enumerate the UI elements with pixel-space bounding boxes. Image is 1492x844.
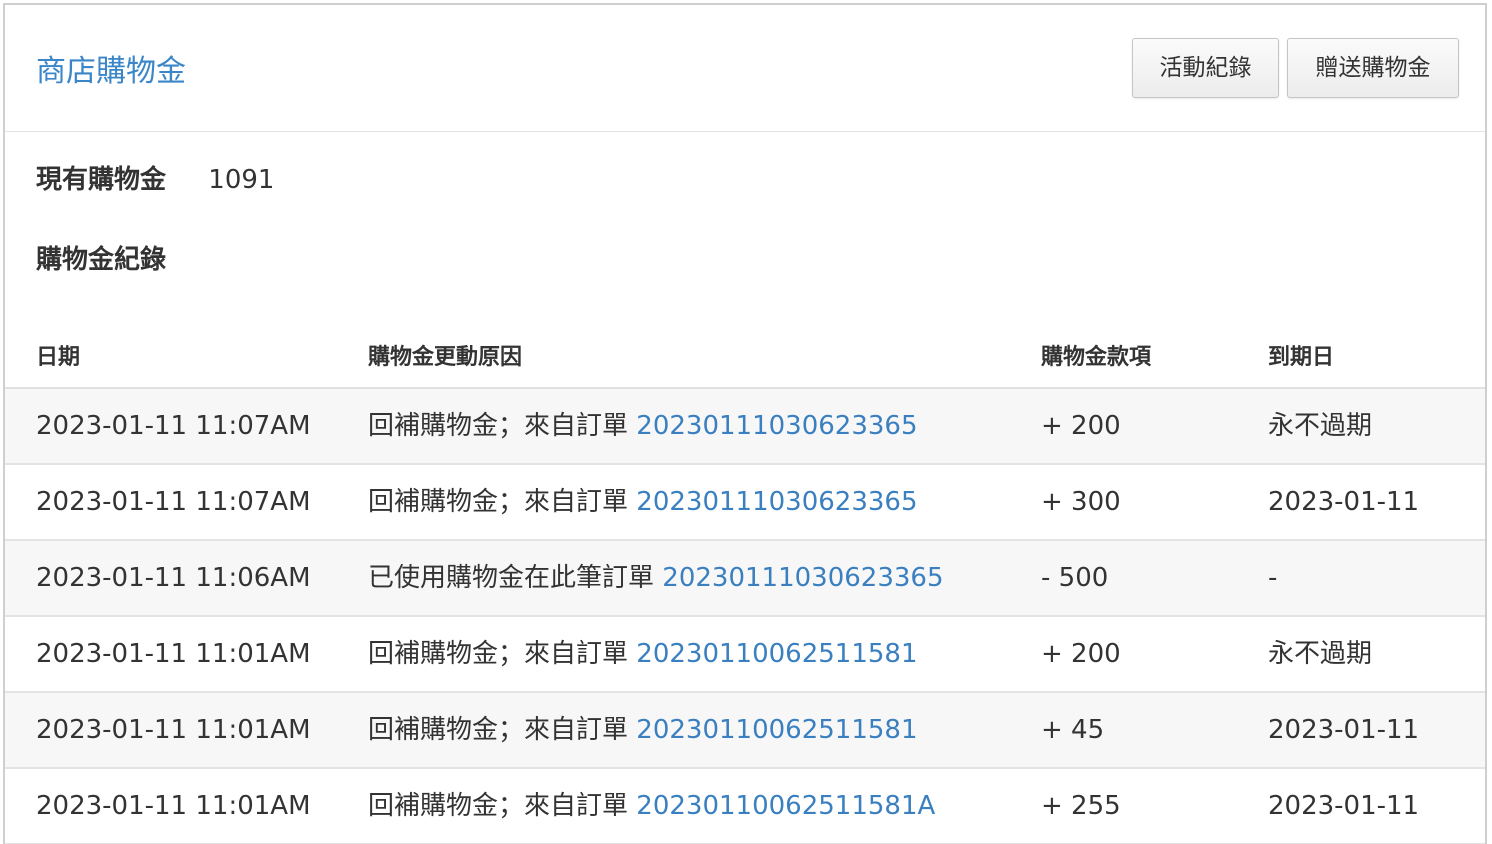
row-amount: + 200 — [1041, 411, 1121, 441]
credit-records-table: 日期 購物金更動原因 購物金款項 到期日 2023-01-11 11:07AM … — [5, 327, 1485, 844]
reason-text: 回補購物金；來自訂單 — [368, 639, 629, 669]
order-link[interactable]: 20230111030623365 — [662, 563, 943, 593]
table-header: 日期 購物金更動原因 購物金款項 到期日 — [5, 327, 1485, 389]
balance-label: 現有購物金 — [36, 165, 167, 195]
column-header-reason: 購物金更動原因 — [368, 345, 523, 370]
row-reason: 回補購物金；來自訂單 20230110062511581 — [368, 636, 918, 672]
order-link[interactable]: 20230111030623365 — [636, 411, 917, 441]
row-date: 2023-01-11 11:07AM — [36, 487, 311, 517]
table-row: 2023-01-11 11:01AM 回補購物金；來自訂單 2023011006… — [5, 769, 1485, 844]
row-date: 2023-01-11 11:01AM — [36, 715, 311, 745]
row-reason: 回補購物金；來自訂單 20230110062511581 — [368, 712, 918, 748]
order-link[interactable]: 20230110062511581 — [636, 639, 917, 669]
row-expiry: 永不過期 — [1268, 411, 1373, 441]
row-amount: + 200 — [1041, 639, 1121, 669]
row-amount: + 300 — [1041, 487, 1121, 517]
reason-text: 回補購物金；來自訂單 — [368, 487, 629, 517]
row-date: 2023-01-11 11:07AM — [36, 411, 311, 441]
table-row: 2023-01-11 11:01AM 回補購物金；來自訂單 2023011006… — [5, 693, 1485, 769]
row-expiry: - — [1268, 563, 1278, 593]
table-row: 2023-01-11 11:06AM 已使用購物金在此筆訂單 202301110… — [5, 541, 1485, 617]
reason-text: 回補購物金；來自訂單 — [368, 411, 629, 441]
order-link[interactable]: 20230110062511581 — [636, 715, 917, 745]
row-reason: 已使用購物金在此筆訂單 20230111030623365 — [368, 560, 944, 596]
row-expiry: 2023-01-11 — [1268, 791, 1420, 821]
row-date: 2023-01-11 11:06AM — [36, 563, 311, 593]
table-row: 2023-01-11 11:07AM 回補購物金；來自訂單 2023011103… — [5, 465, 1485, 541]
order-link[interactable]: 20230111030623365 — [636, 487, 917, 517]
row-reason: 回補購物金；來自訂單 20230111030623365 — [368, 408, 918, 444]
records-section-title: 購物金紀錄 — [36, 245, 167, 275]
row-expiry: 永不過期 — [1268, 639, 1373, 669]
store-credit-panel: 商店購物金 活動紀錄 贈送購物金 現有購物金 1091 購物金紀錄 日期 購物金… — [3, 3, 1487, 844]
balance-value: 1091 — [208, 165, 275, 195]
activity-log-button[interactable]: 活動紀錄 — [1132, 38, 1279, 98]
table-row: 2023-01-11 11:07AM 回補購物金；來自訂單 2023011103… — [5, 389, 1485, 465]
row-expiry: 2023-01-11 — [1268, 487, 1420, 517]
current-balance: 現有購物金 1091 — [36, 162, 274, 198]
row-amount: - 500 — [1041, 563, 1109, 593]
gift-credit-button[interactable]: 贈送購物金 — [1287, 38, 1459, 98]
row-date: 2023-01-11 11:01AM — [36, 639, 311, 669]
row-amount: + 45 — [1041, 715, 1105, 745]
column-header-expiry: 到期日 — [1268, 345, 1335, 370]
table-row: 2023-01-11 11:01AM 回補購物金；來自訂單 2023011006… — [5, 617, 1485, 693]
reason-text: 回補購物金；來自訂單 — [368, 715, 629, 745]
reason-text: 回補購物金；來自訂單 — [368, 791, 629, 821]
row-reason: 回補購物金；來自訂單 20230111030623365 — [368, 484, 918, 520]
column-header-amount: 購物金款項 — [1041, 345, 1152, 370]
order-link[interactable]: 20230110062511581A — [636, 791, 935, 821]
reason-text: 已使用購物金在此筆訂單 — [368, 563, 655, 593]
panel-header: 商店購物金 活動紀錄 贈送購物金 — [5, 5, 1485, 132]
row-amount: + 255 — [1041, 791, 1121, 821]
page-title: 商店購物金 — [36, 54, 186, 89]
row-date: 2023-01-11 11:01AM — [36, 791, 311, 821]
row-expiry: 2023-01-11 — [1268, 715, 1420, 745]
row-reason: 回補購物金；來自訂單 20230110062511581A — [368, 788, 935, 824]
column-header-date: 日期 — [36, 345, 81, 370]
